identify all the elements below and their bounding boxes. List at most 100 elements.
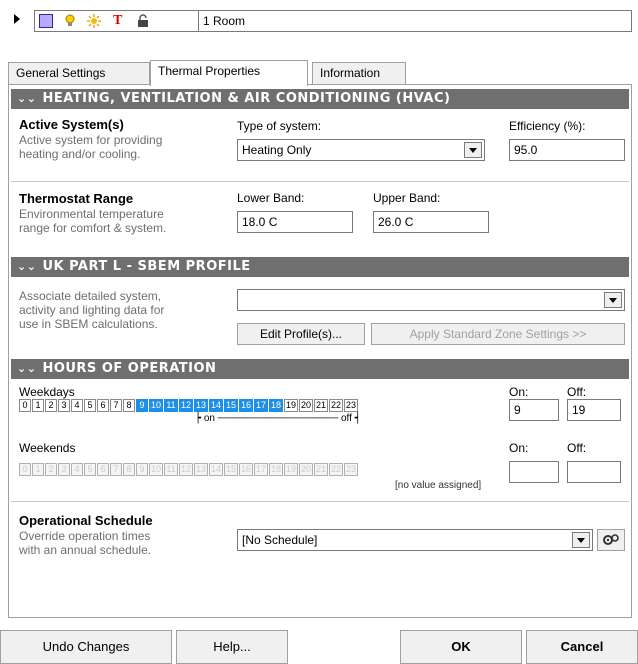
apply-standard-zone-settings-button[interactable]: Apply Standard Zone Settings >> — [371, 323, 625, 345]
help-button[interactable]: Help... — [176, 630, 288, 664]
weekend-hour-cell[interactable]: 1 — [32, 463, 44, 476]
sbem-section-header[interactable]: ⌄⌄ UK PART L - SBEM PROFILE — [11, 257, 629, 277]
ok-button[interactable]: OK — [400, 630, 522, 664]
schedule-desc-2: with an annual schedule. — [19, 543, 152, 557]
undo-changes-button[interactable]: Undo Changes — [0, 630, 172, 664]
bulb-icon[interactable] — [63, 14, 77, 28]
sbem-desc-3: use in SBEM calculations. — [19, 317, 158, 331]
hvac-section-header[interactable]: ⌄⌄ HEATING, VENTILATION & AIR CONDITIONIN… — [11, 89, 629, 109]
weekday-hour-cell[interactable]: 16 — [239, 399, 253, 412]
tab-information[interactable]: Information — [312, 62, 406, 84]
weekday-on-input[interactable]: 9 — [509, 399, 559, 421]
weekend-hour-cell[interactable]: 14 — [209, 463, 223, 476]
lock-icon[interactable] — [136, 14, 150, 28]
weekend-hour-cell[interactable]: 20 — [299, 463, 313, 476]
weekday-hour-cell[interactable]: 5 — [84, 399, 96, 412]
text-icon[interactable]: T — [113, 14, 127, 28]
weekday-hour-cell[interactable]: 11 — [164, 399, 178, 412]
weekend-hour-cell[interactable]: 21 — [314, 463, 328, 476]
dropdown-arrow-icon[interactable] — [604, 292, 622, 308]
square-icon[interactable] — [39, 14, 53, 28]
weekday-hour-cell[interactable]: 17 — [254, 399, 268, 412]
weekday-hour-cell[interactable]: 14 — [209, 399, 223, 412]
lower-band-input[interactable]: 18.0 C — [237, 211, 353, 233]
weekend-hour-cell[interactable]: 8 — [123, 463, 135, 476]
weekday-hour-cell[interactable]: 1 — [32, 399, 44, 412]
weekend-hour-cell[interactable]: 22 — [329, 463, 343, 476]
weekend-hour-cell[interactable]: 11 — [164, 463, 178, 476]
no-value-assigned: [no value assigned] — [395, 480, 482, 491]
weekday-hour-cell[interactable]: 19 — [284, 399, 298, 412]
upper-band-input[interactable]: 26.0 C — [373, 211, 489, 233]
weekdays-label: Weekdays — [19, 385, 75, 399]
active-system-title: Active System(s) — [19, 117, 124, 132]
weekday-hour-cell[interactable]: 4 — [71, 399, 83, 412]
weekday-hour-cell[interactable]: 23 — [344, 399, 358, 412]
weekend-hour-cell[interactable]: 5 — [84, 463, 96, 476]
weekend-hour-cell[interactable]: 23 — [344, 463, 358, 476]
weekend-hour-cell[interactable]: 2 — [45, 463, 57, 476]
hours-section-header[interactable]: ⌄⌄ HOURS OF OPERATION — [11, 359, 629, 379]
weekend-hour-cell[interactable]: 9 — [136, 463, 148, 476]
weekend-hour-cell[interactable]: 10 — [149, 463, 163, 476]
collapse-chevron-icon: ⌄⌄ — [17, 260, 37, 273]
sbem-profile-select[interactable] — [237, 289, 625, 311]
tab-thermal-properties[interactable]: Thermal Properties — [150, 60, 308, 86]
weekday-hour-cell[interactable]: 13 — [194, 399, 208, 412]
weekend-hour-cell[interactable]: 12 — [179, 463, 193, 476]
weekday-hour-cell[interactable]: 21 — [314, 399, 328, 412]
weekday-hour-cell[interactable]: 3 — [58, 399, 70, 412]
weekend-hour-cell[interactable]: 15 — [224, 463, 238, 476]
weekday-hour-cell[interactable]: 10 — [149, 399, 163, 412]
weekday-off-input[interactable]: 19 — [567, 399, 621, 421]
weekday-hours-grid[interactable]: 0 1 2 3 4 5 6 7 8 9 10 11 12 13 14 15 16 17 18 19 20 21 22 23 — [19, 399, 359, 412]
weekday-hour-cell[interactable]: 9 — [136, 399, 148, 412]
weekday-hour-cell[interactable]: 18 — [269, 399, 283, 412]
weekend-hour-cell[interactable]: 6 — [97, 463, 109, 476]
divider — [11, 501, 629, 502]
cancel-button[interactable]: Cancel — [526, 630, 638, 664]
tab-general-settings[interactable]: General Settings — [8, 62, 150, 84]
dropdown-arrow-icon[interactable] — [464, 142, 482, 158]
weekday-hour-cell[interactable]: 12 — [179, 399, 193, 412]
weekday-hour-cell[interactable]: 0 — [19, 399, 31, 412]
weekend-hours-grid[interactable]: 0 1 2 3 4 5 6 7 8 9 10 11 12 13 14 15 16 17 18 19 20 21 22 23 — [19, 463, 359, 476]
lower-band-label: Lower Band: — [237, 191, 305, 205]
expand-triangle-icon[interactable] — [14, 14, 20, 24]
weekend-hour-cell[interactable]: 0 — [19, 463, 31, 476]
edit-profiles-button[interactable]: Edit Profile(s)... — [237, 323, 365, 345]
schedule-editor-button[interactable] — [597, 529, 625, 551]
active-system-desc-1: Active system for providing — [19, 133, 163, 147]
weekend-hour-cell[interactable]: 19 — [284, 463, 298, 476]
weekday-hour-cell[interactable]: 7 — [110, 399, 122, 412]
collapse-chevron-icon: ⌄⌄ — [17, 92, 37, 105]
weekend-on-input[interactable] — [509, 461, 559, 483]
thermal-properties-panel: ⌄⌄ HEATING, VENTILATION & AIR CONDITIONIN… — [8, 84, 632, 618]
schedule-select[interactable]: [No Schedule] — [237, 529, 593, 551]
on-marker: ┝ on ───────────────── off ┥ — [195, 413, 361, 424]
weekend-hour-cell[interactable]: 7 — [110, 463, 122, 476]
weekend-hour-cell[interactable]: 17 — [254, 463, 268, 476]
room-name-field[interactable]: 1 Room — [198, 10, 632, 32]
schedule-desc-1: Override operation times — [19, 529, 151, 543]
room-icon-strip: T — [34, 10, 206, 32]
weekend-hour-cell[interactable]: 16 — [239, 463, 253, 476]
weekday-hour-cell[interactable]: 6 — [97, 399, 109, 412]
weekday-hour-cell[interactable]: 8 — [123, 399, 135, 412]
weekday-hour-cell[interactable]: 20 — [299, 399, 313, 412]
weekday-hour-cell[interactable]: 22 — [329, 399, 343, 412]
dropdown-arrow-icon[interactable] — [572, 532, 590, 548]
weekday-on-label: On: — [509, 385, 529, 399]
weekend-hour-cell[interactable]: 18 — [269, 463, 283, 476]
collapse-chevron-icon: ⌄⌄ — [17, 362, 37, 375]
weekday-hour-cell[interactable]: 2 — [45, 399, 57, 412]
efficiency-label: Efficiency (%): — [509, 119, 586, 133]
weekday-hour-cell[interactable]: 15 — [224, 399, 238, 412]
weekend-hour-cell[interactable]: 13 — [194, 463, 208, 476]
type-of-system-select[interactable]: Heating Only — [237, 139, 485, 161]
weekend-hour-cell[interactable]: 3 — [58, 463, 70, 476]
sun-icon[interactable] — [87, 14, 101, 28]
efficiency-input[interactable]: 95.0 — [509, 139, 625, 161]
weekend-off-input[interactable] — [567, 461, 621, 483]
weekend-hour-cell[interactable]: 4 — [71, 463, 83, 476]
